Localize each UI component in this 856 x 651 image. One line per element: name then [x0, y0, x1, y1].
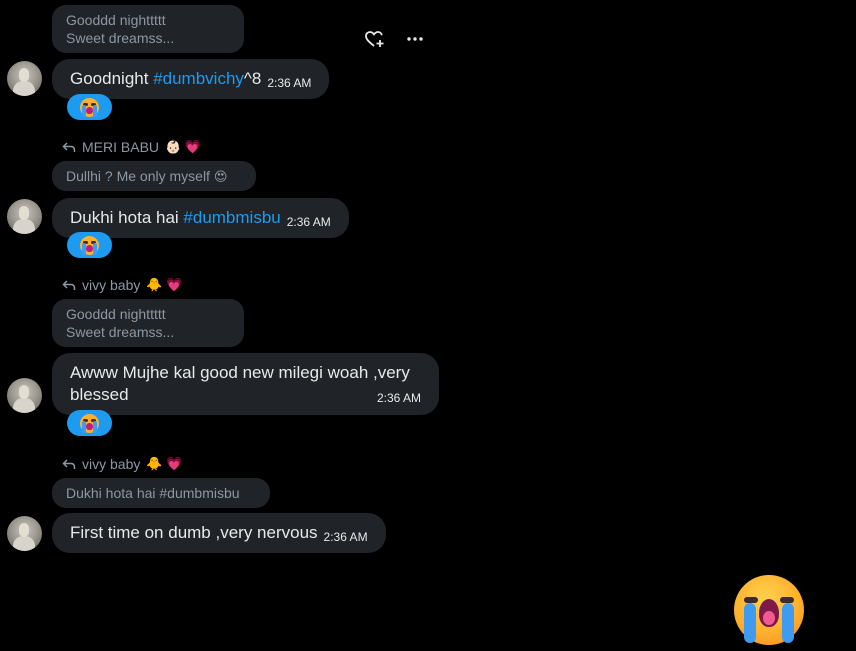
avatar[interactable] — [7, 378, 42, 413]
message-bubble[interactable]: First time on dumb ,very nervous 2:36 AM — [52, 513, 386, 553]
avatar[interactable] — [7, 199, 42, 234]
message-text-line: blessed — [70, 385, 129, 404]
reaction-badge[interactable] — [67, 410, 112, 436]
reply-arrow-icon — [62, 280, 76, 290]
quoted-message[interactable]: Gooddd nighttttt Sweet dreamss... — [52, 299, 244, 347]
crying-face-icon — [80, 97, 99, 117]
reply-indicator: MERI BABU 👶🏻 💗 — [62, 139, 201, 155]
crying-face-icon — [80, 413, 99, 433]
quoted-line: Gooddd nighttttt — [66, 12, 166, 28]
message-text: First time on dumb ,very nervous — [70, 523, 318, 542]
reply-emojis: 👶🏻 💗 — [165, 139, 202, 154]
quoted-line: Sweet dreamss... — [66, 324, 175, 340]
reply-arrow-icon — [62, 142, 76, 152]
heart-plus-icon — [365, 31, 384, 47]
reply-emojis: 🐥 💗 — [146, 456, 183, 471]
message-bubble[interactable]: Goodnight #dumbvichy^8 2:36 AM — [52, 59, 330, 99]
timestamp: 2:36 AM — [376, 391, 421, 405]
quoted-message[interactable]: Dullhi ? Me only myself 😍 — [52, 161, 256, 191]
quoted-emoji: 😍 — [213, 169, 228, 184]
message-text: Goodnight — [70, 69, 154, 88]
reply-emojis: 🐥 💗 — [146, 277, 183, 292]
message-suffix: ^8 — [243, 69, 262, 88]
reaction-badge[interactable] — [67, 94, 112, 120]
react-button[interactable] — [365, 31, 385, 49]
more-button[interactable] — [405, 31, 425, 47]
crying-face-icon — [80, 235, 99, 255]
quoted-line: Dukhi hota hai #dumbmisbu — [66, 485, 240, 501]
quoted-message[interactable]: Dukhi hota hai #dumbmisbu — [52, 478, 270, 508]
message-bubble[interactable]: Awww Mujhe kal good new milegi woah ,ver… — [52, 353, 439, 415]
hashtag-link[interactable]: #dumbvichy — [153, 69, 244, 88]
timestamp: 2:36 AM — [267, 76, 312, 90]
hashtag-link[interactable]: #dumbmisbu — [183, 208, 280, 227]
reply-to-name: vivy baby — [82, 456, 141, 472]
quoted-line: Dullhi ? Me only myself — [66, 168, 210, 184]
reaction-badge[interactable] — [67, 232, 112, 258]
reply-indicator: vivy baby 🐥 💗 — [62, 456, 182, 472]
quoted-line: Sweet dreamss... — [66, 30, 175, 46]
reply-arrow-icon — [62, 459, 76, 469]
reply-to-name: vivy baby — [82, 277, 141, 293]
timestamp: 2:36 AM — [286, 215, 331, 229]
message-text: Dukhi hota hai — [70, 208, 184, 227]
reply-to-name: MERI BABU — [82, 139, 160, 155]
reply-indicator: vivy baby 🐥 💗 — [62, 277, 182, 293]
timestamp: 2:36 AM — [323, 530, 368, 544]
avatar[interactable] — [7, 516, 42, 551]
message-text-line: Awww Mujhe kal good new milegi woah ,ver… — [70, 363, 410, 382]
quoted-line: Gooddd nighttttt — [66, 306, 166, 322]
more-icon — [407, 37, 423, 41]
crying-face-icon — [734, 575, 804, 645]
avatar[interactable] — [7, 61, 42, 96]
quoted-message[interactable]: Gooddd nighttttt Sweet dreamss... — [52, 5, 244, 53]
